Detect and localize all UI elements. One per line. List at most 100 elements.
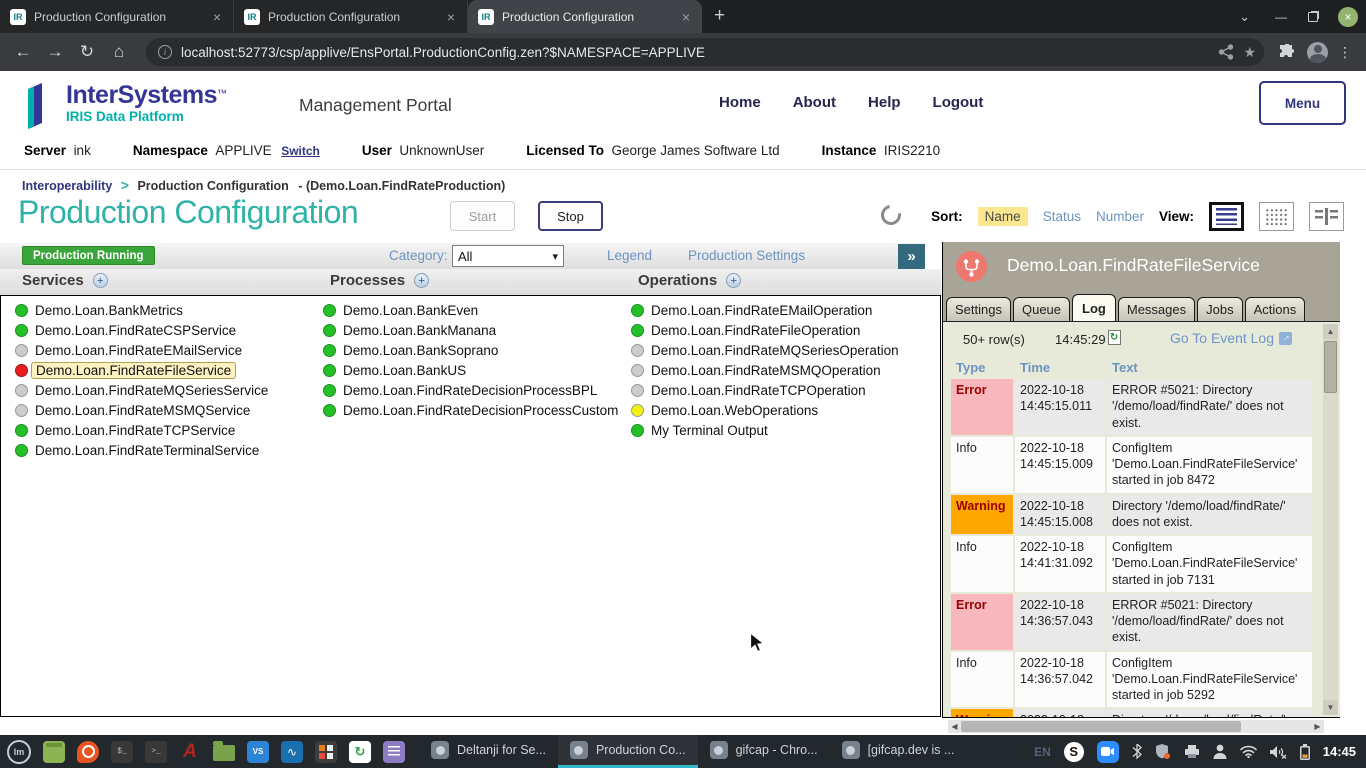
refresh-spinner-icon[interactable] — [877, 201, 905, 229]
launcher-app-icon[interactable] — [77, 741, 99, 763]
language-indicator[interactable]: EN — [1034, 745, 1051, 759]
col-text-header[interactable]: Text — [1107, 358, 1312, 377]
home-icon[interactable]: ⌂ — [106, 39, 132, 65]
extensions-icon[interactable] — [1278, 44, 1295, 61]
list-item[interactable]: Demo.Loan.FindRateCSPService — [15, 320, 268, 340]
vertical-scrollbar[interactable]: ▲ ▼ — [1323, 324, 1338, 715]
new-tab-button[interactable]: + — [702, 5, 737, 33]
browser-tab[interactable]: IR Production Configuration × — [234, 0, 468, 33]
list-item[interactable]: Demo.Loan.FindRateFileOperation — [631, 320, 899, 340]
sort-by-number[interactable]: Number — [1096, 209, 1144, 224]
add-service-button[interactable]: + — [93, 273, 108, 288]
col-type-header[interactable]: Type — [951, 358, 1013, 377]
calculator-icon[interactable] — [315, 741, 337, 763]
window-button[interactable]: gifcap - Chro... — [698, 735, 830, 768]
nav-logout[interactable]: Logout — [933, 94, 984, 111]
vscode-icon[interactable]: VS — [247, 741, 269, 763]
tab-queue[interactable]: Queue — [1013, 297, 1070, 321]
list-item[interactable]: Demo.Loan.FindRateDecisionProcessCustom — [323, 400, 618, 420]
wave-app-icon[interactable]: ∿ — [281, 741, 303, 763]
profile-avatar[interactable] — [1307, 42, 1328, 63]
window-button[interactable]: [gifcap.dev is ... — [830, 735, 967, 768]
mint-menu-icon[interactable]: lm — [7, 740, 31, 764]
tab-jobs[interactable]: Jobs — [1197, 297, 1242, 321]
address-bar[interactable]: i localhost:52773/csp/applive/EnsPortal.… — [146, 38, 1264, 66]
list-item[interactable]: Demo.Loan.BankManana — [323, 320, 618, 340]
scrollbar-thumb[interactable] — [961, 721, 1241, 732]
list-item[interactable]: Demo.Loan.BankSoprano — [323, 340, 618, 360]
category-select[interactable]: All ▾ — [452, 245, 564, 267]
list-item[interactable]: Demo.Loan.FindRateMQSeriesOperation — [631, 340, 899, 360]
files-app-icon[interactable] — [43, 741, 65, 763]
tab-settings[interactable]: Settings — [946, 297, 1011, 321]
list-item[interactable]: Demo.Loan.FindRateEMailService — [15, 340, 268, 360]
nav-home[interactable]: Home — [719, 94, 761, 111]
bookmark-star-icon[interactable]: ★ — [1243, 44, 1256, 61]
list-item[interactable]: My Terminal Output — [631, 420, 899, 440]
sort-by-status[interactable]: Status — [1043, 209, 1081, 224]
sync-app-icon[interactable]: ↻ — [349, 741, 371, 763]
window-button-active[interactable]: Production Co... — [558, 735, 698, 768]
volume-muted-icon[interactable] — [1270, 745, 1287, 759]
bluetooth-icon[interactable] — [1132, 744, 1142, 760]
tab-log[interactable]: Log — [1072, 294, 1116, 321]
editor-app-icon[interactable]: A — [179, 741, 201, 763]
share-icon[interactable] — [1218, 44, 1234, 60]
go-to-event-log-link[interactable]: Go To Event Log → — [1170, 330, 1292, 346]
col-time-header[interactable]: Time — [1015, 358, 1105, 377]
stop-button[interactable]: Stop — [538, 201, 603, 231]
back-icon[interactable]: ← — [10, 39, 36, 65]
switch-link[interactable]: Switch — [281, 144, 320, 158]
battery-icon[interactable] — [1300, 744, 1310, 760]
log-row[interactable]: Warning2022-10-18 14:45:15.008Directory … — [951, 495, 1312, 535]
production-settings-link[interactable]: Production Settings — [688, 248, 805, 263]
maximize-button[interactable] — [1298, 0, 1328, 33]
log-row[interactable]: Error2022-10-18 14:45:15.011ERROR #5021:… — [951, 379, 1312, 435]
tab-messages[interactable]: Messages — [1118, 297, 1195, 321]
log-row[interactable]: Error2022-10-18 14:36:57.043ERROR #5021:… — [951, 594, 1312, 650]
view-grid-icon[interactable] — [1259, 202, 1294, 231]
horizontal-scrollbar[interactable]: ◀ ▶ — [948, 720, 1324, 733]
nav-help[interactable]: Help — [868, 94, 901, 111]
tab-actions[interactable]: Actions — [1245, 297, 1306, 321]
scroll-up-icon[interactable]: ▲ — [1323, 324, 1338, 339]
wifi-icon[interactable] — [1240, 745, 1257, 758]
close-icon[interactable]: × — [678, 9, 694, 25]
browser-tab-active[interactable]: IR Production Configuration × — [468, 0, 702, 33]
close-icon[interactable]: × — [209, 9, 225, 25]
log-row[interactable]: Warning2022-10-18 14:36:57.041Directory … — [951, 709, 1312, 718]
printer-icon[interactable] — [1184, 745, 1200, 759]
list-item[interactable]: Demo.Loan.FindRateMQSeriesService — [15, 380, 268, 400]
log-row[interactable]: Info2022-10-18 14:45:15.009ConfigItem 'D… — [951, 437, 1312, 493]
folder-icon[interactable] — [213, 745, 235, 761]
window-button[interactable]: Deltanji for Se... — [419, 735, 558, 768]
list-item[interactable]: Demo.Loan.WebOperations — [631, 400, 899, 420]
list-item[interactable]: Demo.Loan.FindRateEMailOperation — [631, 300, 899, 320]
scrollbar-thumb[interactable] — [1324, 341, 1337, 393]
legend-link[interactable]: Legend — [607, 248, 652, 263]
minimize-button[interactable]: — — [1266, 0, 1296, 33]
user-icon[interactable] — [1213, 744, 1227, 759]
zoom-icon[interactable] — [1097, 741, 1119, 763]
browser-menu-icon[interactable]: ⋮ — [1334, 44, 1356, 61]
scroll-right-icon[interactable]: ▶ — [1311, 720, 1324, 733]
list-item[interactable]: Demo.Loan.BankMetrics — [15, 300, 268, 320]
reload-icon[interactable]: ↻ — [74, 39, 100, 65]
notes-app-icon[interactable] — [383, 741, 405, 763]
scroll-left-icon[interactable]: ◀ — [948, 720, 961, 733]
view-list-icon[interactable] — [1209, 202, 1244, 231]
expand-panel-button[interactable]: » — [898, 244, 925, 269]
scroll-down-icon[interactable]: ▼ — [1323, 700, 1338, 715]
tab-search-icon[interactable]: ⌄ — [1225, 9, 1264, 25]
start-button[interactable]: Start — [450, 201, 515, 231]
log-row[interactable]: Info2022-10-18 14:41:31.092ConfigItem 'D… — [951, 536, 1312, 592]
menu-button[interactable]: Menu — [1259, 81, 1346, 125]
list-item[interactable]: Demo.Loan.FindRateDecisionProcessBPL — [323, 380, 618, 400]
url-text[interactable]: localhost:52773/csp/applive/EnsPortal.Pr… — [181, 45, 1209, 60]
clock[interactable]: 14:45 — [1323, 744, 1356, 759]
list-item[interactable]: Demo.Loan.FindRateMSMQService — [15, 400, 268, 420]
add-operation-button[interactable]: + — [726, 273, 741, 288]
view-split-icon[interactable] — [1309, 202, 1344, 231]
list-item[interactable]: Demo.Loan.BankUS — [323, 360, 618, 380]
close-window-button[interactable]: × — [1338, 7, 1358, 27]
